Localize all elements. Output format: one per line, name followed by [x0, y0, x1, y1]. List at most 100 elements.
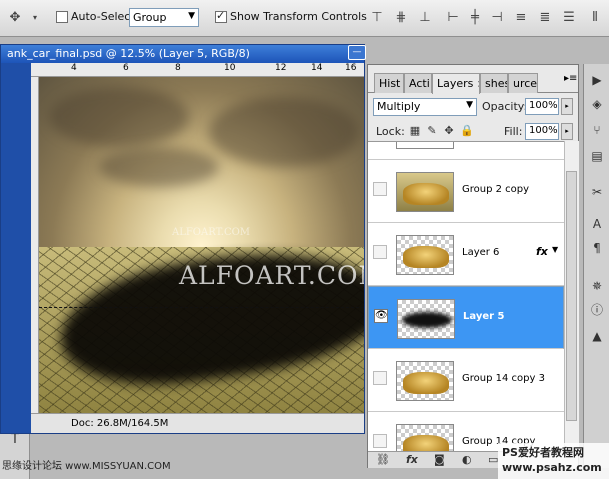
tab-history[interactable]: Hist [374, 73, 404, 93]
auto-select-dropdown[interactable]: Group ▼ [129, 8, 199, 27]
visibility-toggle[interactable] [373, 434, 387, 448]
layer-name: Layer 5 [463, 311, 505, 322]
cloud-shape [209, 97, 359, 167]
layer-thumbnail [397, 299, 455, 339]
layer-row[interactable] [368, 142, 564, 160]
adjustment-layer-icon[interactable]: ◐ [462, 453, 472, 466]
layer-effects-icon[interactable]: fx [536, 245, 548, 258]
layer-row-selected[interactable]: 👁 Layer 5 [368, 286, 564, 349]
document-window: ank_car_final.psd @ 12.5% (Layer 5, RGB/… [0, 44, 365, 434]
ruler-tick: 16 [345, 63, 357, 73]
new-group-icon[interactable]: ▭ [488, 453, 498, 466]
site-watermark-line2: www.psahz.com [502, 461, 602, 474]
tab-brushes[interactable]: shes [480, 73, 508, 93]
panel-dock: ▶ ◈ ⑂ ▤ ✂ A ¶ ✵ ⓘ ▲ [583, 64, 609, 468]
layer-row[interactable]: Group 14 copy 3 [368, 349, 564, 412]
auto-select-checkbox[interactable] [56, 11, 68, 23]
transform-bounding-line[interactable] [39, 307, 364, 308]
layer-name: Group 2 copy [462, 184, 530, 195]
fill-label: Fill: [504, 125, 523, 138]
shadow-thumbnail-shape [402, 312, 452, 328]
car-thumbnail-shape [403, 246, 449, 268]
lock-all-icon[interactable]: 🔒 [460, 125, 474, 137]
tab-layers[interactable]: Layers × [432, 73, 480, 94]
visibility-toggle[interactable] [373, 371, 387, 385]
layer-thumbnail [396, 424, 454, 451]
align-left-icon[interactable]: ⊢ [444, 9, 462, 27]
align-hcenter-icon[interactable]: ╪ [466, 9, 484, 27]
blend-mode-dropdown[interactable]: Multiply ▼ [373, 98, 477, 116]
add-style-icon[interactable]: fx [406, 453, 418, 466]
layer-thumbnail [396, 235, 454, 275]
car-thumbnail-shape [403, 183, 449, 205]
ruler-tick: 12 [275, 63, 287, 73]
dock-history-icon[interactable]: ▶ [588, 70, 606, 88]
visibility-toggle[interactable] [373, 245, 387, 259]
opacity-field[interactable]: 100% [525, 98, 559, 115]
scrollbar-thumb[interactable] [566, 171, 577, 421]
opacity-slider-button[interactable]: ▸ [561, 98, 573, 115]
minimize-icon[interactable]: — [348, 45, 366, 60]
dock-paragraph-icon[interactable]: ¶ [588, 238, 606, 256]
dock-layers-icon[interactable]: ◈ [588, 94, 606, 112]
chevron-down-icon: ▼ [466, 100, 473, 110]
layers-scrollbar[interactable] [564, 141, 579, 451]
forum-watermark: 思缘设计论坛 www.MISSYUAN.COM [2, 461, 171, 472]
distribute-left-icon[interactable]: ⫴ [586, 9, 604, 27]
layer-row[interactable]: Group 2 copy [368, 160, 564, 223]
dock-clone-source-icon[interactable]: ▤ [588, 146, 606, 164]
fill-slider-button[interactable]: ▸ [561, 123, 573, 140]
layers-list: Group 2 copy Layer 6 fx ▼ 👁 Layer 5 Grou… [368, 141, 564, 451]
dock-info-icon[interactable]: ⓘ [588, 300, 606, 318]
chevron-down-icon: ▼ [188, 11, 195, 21]
distribute-top-icon[interactable]: ≡ [512, 9, 530, 27]
align-right-icon[interactable]: ⊣ [488, 9, 506, 27]
distribute-vcenter-icon[interactable]: ≣ [536, 9, 554, 27]
dock-brush-icon[interactable]: ⑂ [588, 120, 606, 138]
layer-thumbnail [396, 361, 454, 401]
dock-tools-icon[interactable]: ✂ [588, 182, 606, 200]
lock-transparent-icon[interactable]: ▦ [409, 125, 421, 137]
show-transform-checkbox[interactable] [215, 9, 227, 23]
align-bottom-icon[interactable]: ⊥ [416, 9, 434, 27]
align-top-icon[interactable]: ⊤ [368, 9, 386, 27]
watermark-small: ALFOART.COM [172, 227, 251, 238]
ruler-tick: 10 [224, 63, 236, 73]
cloud-shape [49, 87, 189, 147]
doc-size-text: Doc: 26.8M/164.5M [71, 418, 169, 429]
layer-row[interactable]: Layer 6 fx ▼ [368, 223, 564, 286]
tab-layers-label: Layers [437, 77, 474, 90]
close-icon[interactable]: × [477, 79, 479, 90]
dock-character-icon[interactable]: A [588, 214, 606, 232]
car-thumbnail-shape [403, 435, 449, 451]
align-vcenter-icon[interactable]: ⋕ [392, 9, 410, 27]
vertical-ruler[interactable] [31, 77, 39, 417]
document-title: ank_car_final.psd @ 12.5% (Layer 5, RGB/… [7, 47, 250, 60]
fill-field[interactable]: 100% [525, 123, 559, 140]
lock-label: Lock: [376, 125, 405, 138]
lock-position-icon[interactable]: ✥ [443, 125, 455, 137]
add-mask-icon[interactable]: ◙ [434, 453, 445, 466]
ruler-tick: 6 [123, 63, 129, 73]
ruler-tick: 14 [311, 63, 323, 73]
expand-effects-icon[interactable]: ▼ [552, 245, 558, 254]
horizontal-ruler[interactable]: 4 6 8 10 12 14 16 [31, 63, 364, 77]
panel-menu-icon[interactable]: ▸≡ [564, 73, 577, 84]
tab-source[interactable]: urce [508, 73, 538, 93]
eye-icon[interactable]: 👁 [374, 309, 388, 323]
link-layers-icon[interactable]: ⛓ [376, 453, 390, 466]
tool-preset-dropdown-icon[interactable]: ▾ [26, 9, 44, 27]
dock-histogram-icon[interactable]: ▲ [588, 326, 606, 344]
ruler-tick: 8 [175, 63, 181, 73]
blend-mode-value: Multiply [377, 100, 421, 113]
visibility-toggle[interactable] [373, 182, 387, 196]
opacity-label: Opacity: [482, 100, 528, 113]
move-tool-icon[interactable]: ✥ [6, 9, 24, 27]
status-bar: Doc: 26.8M/164.5M [31, 413, 364, 433]
image-canvas[interactable]: ALFOART.COM ALFOART.COM [39, 77, 364, 413]
document-title-bar[interactable]: ank_car_final.psd @ 12.5% (Layer 5, RGB/… [1, 45, 364, 63]
dock-navigator-icon[interactable]: ✵ [588, 276, 606, 294]
lock-image-icon[interactable]: ✎ [426, 125, 438, 137]
distribute-bottom-icon[interactable]: ☰ [560, 9, 578, 27]
tab-actions[interactable]: Acti [404, 73, 432, 93]
